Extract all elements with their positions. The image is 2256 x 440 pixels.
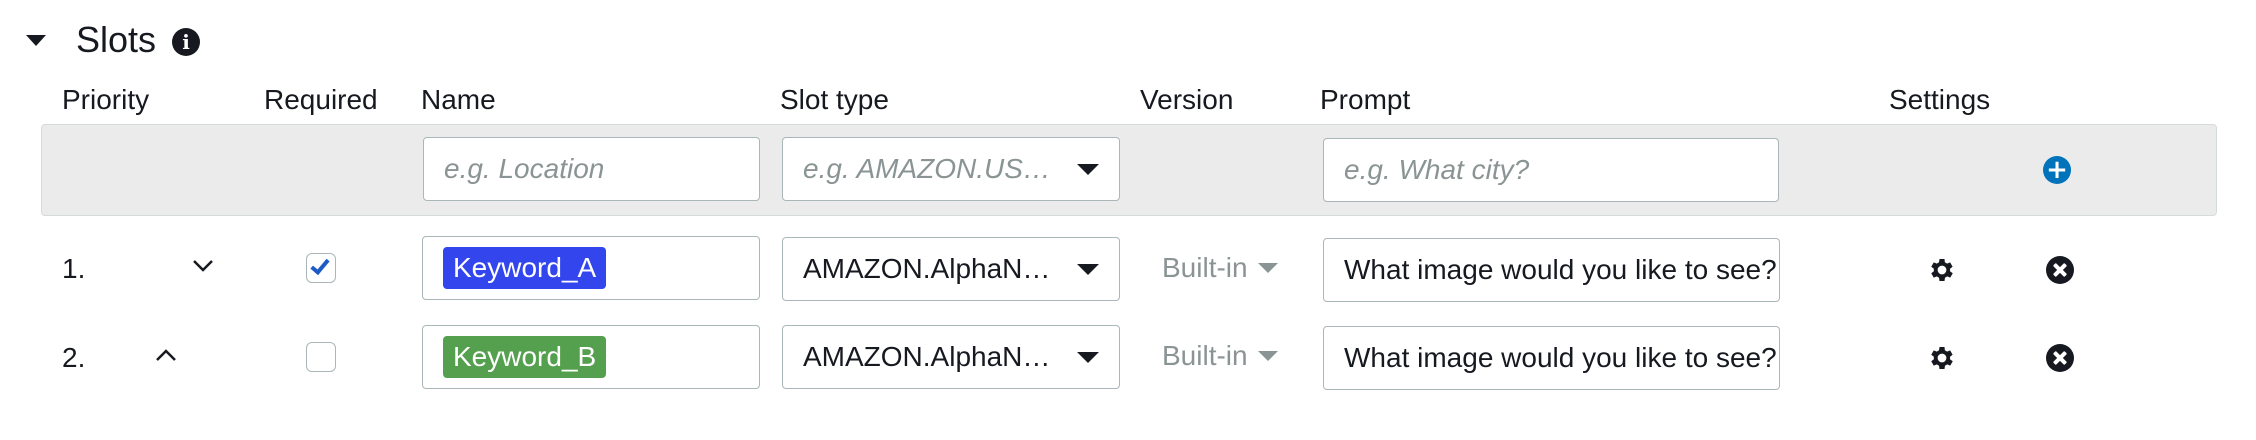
slot-type-select[interactable]: e.g. AMAZON.US… (782, 137, 1120, 201)
section-title: Slots (76, 19, 157, 60)
version-value: Built-in (1162, 340, 1248, 371)
prompt-input[interactable]: e.g. What city? (1323, 138, 1779, 202)
collapse-caret-icon[interactable] (26, 34, 46, 46)
column-header-required: Required (264, 84, 378, 115)
slot-name-chip: Keyword_B (443, 336, 607, 378)
prompt-field[interactable]: What image would you like to see? (1323, 238, 1780, 302)
gear-icon[interactable] (1927, 343, 1957, 373)
version-value: Built-in (1162, 252, 1248, 283)
priority-number: 2. (62, 342, 86, 373)
info-icon[interactable]: i (172, 28, 201, 56)
dropdown-arrow-icon (1077, 352, 1099, 363)
version-select[interactable]: Built-in (1162, 340, 1278, 372)
slot-name-field[interactable]: Keyword_A (422, 236, 760, 300)
plus-circle-icon[interactable]: + (2043, 156, 2071, 184)
version-select[interactable]: Built-in (1162, 252, 1278, 284)
column-header-priority: Priority (62, 84, 150, 115)
dropdown-arrow-icon (1077, 264, 1099, 275)
slot-type-select[interactable]: AMAZON.AlphaN… (782, 325, 1120, 389)
column-header-settings: Settings (1889, 84, 1991, 115)
priority-number: 1. (62, 253, 86, 284)
slot-type-select[interactable]: AMAZON.AlphaN… (782, 237, 1120, 301)
slot-type-select-placeholder: e.g. AMAZON.US… (803, 153, 1051, 184)
slots-section-header[interactable]: Slots i (26, 18, 201, 62)
slot-type-value: AMAZON.AlphaN… (803, 253, 1051, 284)
dropdown-arrow-icon (1257, 263, 1278, 273)
new-slot-row (41, 124, 2217, 216)
column-header-slot-type: Slot type (780, 84, 889, 115)
delete-slot-icon[interactable] (2046, 256, 2074, 284)
slot-name-input[interactable]: e.g. Location (423, 137, 760, 201)
dropdown-arrow-icon (1077, 164, 1099, 175)
chevron-down-icon[interactable] (192, 259, 214, 273)
required-checkbox[interactable] (306, 253, 336, 283)
column-header-prompt: Prompt (1320, 84, 1411, 115)
checkmark-icon (310, 254, 330, 276)
gear-icon[interactable] (1927, 255, 1957, 285)
column-header-name: Name (421, 84, 496, 115)
chevron-up-icon[interactable] (155, 348, 177, 362)
slot-type-value: AMAZON.AlphaN… (803, 341, 1051, 372)
dropdown-arrow-icon (1257, 351, 1278, 361)
required-checkbox[interactable] (306, 342, 336, 372)
column-header-version: Version (1140, 84, 1234, 115)
prompt-field[interactable]: What image would you like to see? (1323, 326, 1780, 390)
slot-name-chip: Keyword_A (443, 247, 607, 289)
delete-slot-icon[interactable] (2046, 344, 2074, 372)
slot-name-field[interactable]: Keyword_B (422, 325, 760, 389)
